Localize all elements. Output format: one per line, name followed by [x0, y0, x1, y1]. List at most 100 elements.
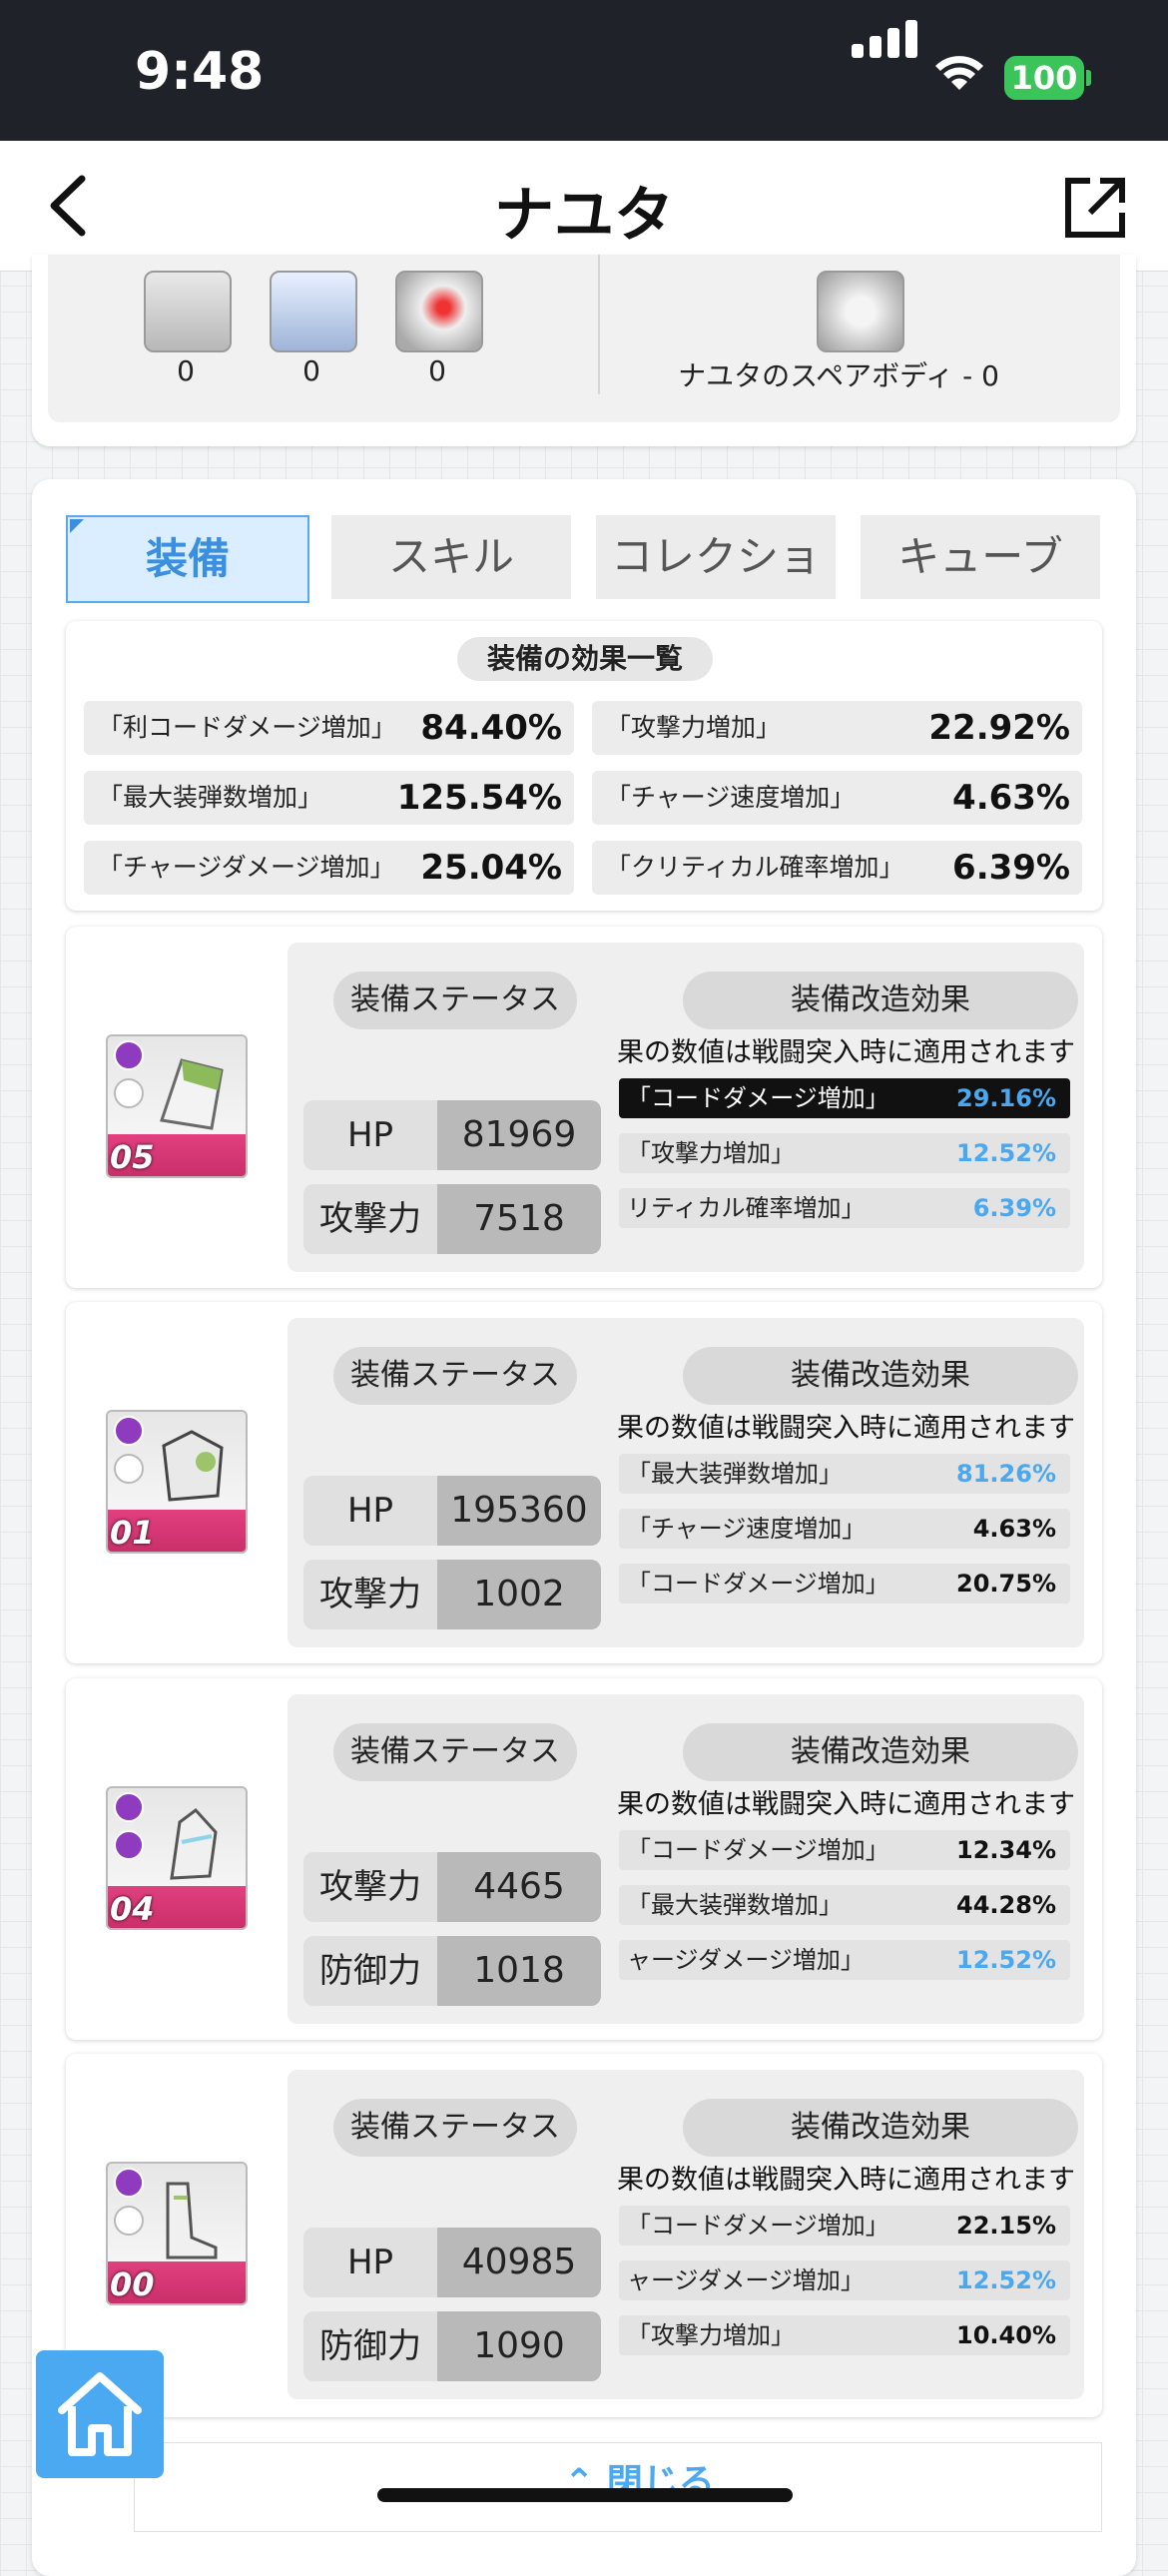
effect-row: 「攻撃力増加」 22.92%: [592, 701, 1082, 755]
mod-label: 「最大装弾数増加」: [627, 1460, 843, 1488]
effect-value: 25.04%: [420, 848, 562, 888]
stat-value: 195360: [437, 1476, 601, 1546]
mod-label: 「攻撃力増加」: [627, 2321, 795, 2349]
mod-row: 「攻撃力増加」 10.40%: [619, 2315, 1070, 2355]
home-indicator: [377, 2488, 793, 2502]
stat-name: HP: [346, 1491, 394, 1531]
tier-badge-icon: [114, 1040, 144, 1070]
stat-row: 攻撃力 1002: [303, 1560, 601, 1629]
materials-card: 0 0 0 ナユタのスペアボディ - 0: [32, 255, 1136, 446]
stat-name: HP: [346, 2243, 394, 2282]
mod-header: 装備改造効果: [683, 971, 1078, 1029]
tab-collection[interactable]: コレクション: [596, 515, 836, 665]
equipment-level: 05: [110, 1138, 155, 1176]
equipment-thumbnail[interactable]: 00: [106, 2162, 248, 2305]
gear-count-2: 0: [302, 354, 320, 387]
mod-value: 6.39%: [972, 1194, 1056, 1222]
tab-skill[interactable]: スキル: [331, 515, 571, 599]
manufacturer-badge-icon: [114, 1830, 144, 1860]
stat-name: 防御力: [319, 1951, 421, 1991]
mod-label: ャージダメージ増加」: [627, 1946, 865, 1974]
mod-value: 12.52%: [956, 1946, 1056, 1974]
mod-value: 29.16%: [956, 1084, 1056, 1112]
mod-label: 「コードダメージ増加」: [627, 1570, 889, 1598]
effect-row: 「チャージ速度増加」 4.63%: [592, 771, 1082, 825]
mod-row: 「コードダメージ増加」 12.34%: [619, 1830, 1070, 1870]
equipment-thumbnail[interactable]: 01: [106, 1410, 248, 1554]
mod-label: 「コードダメージ増加」: [627, 2212, 889, 2240]
equipment-detail: 装備ステータス 装備改造効果 果の数値は戦闘突入時に適用されます HP 4098…: [288, 2070, 1084, 2399]
mod-value: 4.63%: [972, 1515, 1056, 1543]
equipment-level: 00: [110, 2265, 155, 2303]
home-button[interactable]: [36, 2350, 164, 2478]
tab-equipment[interactable]: 装備: [66, 515, 309, 603]
equipment-card[interactable]: 01 装備ステータス 装備改造効果 果の数値は戦闘突入時に適用されます HP 1…: [66, 1302, 1102, 1663]
stat-row: HP 40985: [303, 2228, 601, 2297]
battery-chip-icon: [144, 271, 232, 352]
external-link-icon[interactable]: [1060, 173, 1130, 243]
gloves-icon: [170, 1807, 218, 1880]
equipment-level: 04: [110, 1890, 155, 1928]
equipment-card[interactable]: 04 装備ステータス 装備改造効果 果の数値は戦闘突入時に適用されます 攻撃力 …: [66, 1678, 1102, 2040]
mod-note: 果の数値は戦闘突入時に適用されます: [617, 1413, 1075, 1444]
status-header: 装備ステータス: [333, 1723, 577, 1781]
effect-row: 「チャージダメージ増加」 25.04%: [84, 841, 574, 895]
manufacturer-badge-icon: [114, 2206, 144, 2236]
armor-icon: [162, 1430, 224, 1502]
headgear-icon: [160, 1058, 224, 1130]
mod-row: 「コードダメージ増加」 22.15%: [619, 2206, 1070, 2246]
tier-badge-icon: [114, 1416, 144, 1446]
divider: [598, 255, 600, 394]
stat-name: 防御力: [319, 2326, 421, 2366]
mod-row: ャージダメージ増加」 12.52%: [619, 2260, 1070, 2300]
stat-row: 防御力 1090: [303, 2311, 601, 2381]
stat-row: HP 81969: [303, 1100, 601, 1170]
stat-value: 1090: [437, 2311, 601, 2381]
tab-cube[interactable]: キューブ: [861, 515, 1100, 599]
equipment-detail: 装備ステータス 装備改造効果 果の数値は戦闘突入時に適用されます 攻撃力 446…: [288, 1694, 1084, 2024]
equipment-effects-card: 装備の効果一覧 「利コードダメージ増加」 84.40% 「攻撃力増加」 22.9…: [66, 621, 1102, 911]
mod-row: 「チャージ速度増加」 4.63%: [619, 1509, 1070, 1549]
stat-value: 1002: [437, 1560, 601, 1629]
status-header: 装備ステータス: [333, 971, 577, 1029]
equipment-thumbnail[interactable]: 05: [106, 1034, 248, 1178]
stat-name: 攻撃力: [319, 1867, 421, 1907]
equipment-card[interactable]: 00 装備ステータス 装備改造効果 果の数値は戦闘突入時に適用されます HP 4…: [66, 2054, 1102, 2417]
mod-value: 12.52%: [956, 1139, 1056, 1167]
equipment-detail: 装備ステータス 装備改造効果 果の数値は戦闘突入時に適用されます HP 8196…: [288, 943, 1084, 1272]
manufacturer-badge-icon: [114, 1078, 144, 1108]
wifi-icon: [935, 56, 983, 90]
stat-row: 攻撃力 4465: [303, 1852, 601, 1922]
effect-label: 「チャージ速度増加」: [606, 783, 856, 812]
close-bar[interactable]: ⌃ 閉じる: [134, 2442, 1102, 2532]
usb-module-icon: [270, 271, 357, 352]
mod-label: 「最大装弾数増加」: [627, 1891, 843, 1919]
stat-value: 4465: [437, 1852, 601, 1922]
core-orb-icon: [395, 271, 483, 352]
equipment-thumbnail[interactable]: 04: [106, 1786, 248, 1930]
mod-value: 44.28%: [956, 1891, 1056, 1919]
effects-header: 装備の効果一覧: [457, 637, 713, 681]
status-header: 装備ステータス: [333, 2099, 577, 2157]
effect-value: 4.63%: [952, 778, 1070, 818]
effect-value: 125.54%: [396, 778, 562, 818]
mod-value: 12.34%: [956, 1836, 1056, 1864]
boots-icon: [166, 2182, 218, 2259]
spare-body-icon: [817, 271, 904, 352]
mod-note: 果の数値は戦闘突入時に適用されます: [617, 1037, 1075, 1068]
mod-label: 「攻撃力増加」: [627, 1139, 795, 1167]
mod-row: ャージダメージ増加」 12.52%: [619, 1940, 1070, 1980]
mod-row: リティカル確率増加」 6.39%: [619, 1188, 1070, 1228]
effect-label: 「チャージダメージ増加」: [98, 853, 395, 882]
mod-label: 「コードダメージ増加」: [627, 1084, 889, 1112]
effect-label: 「利コードダメージ増加」: [98, 713, 396, 742]
stat-row: 防御力 1018: [303, 1936, 601, 2006]
stat-name: 攻撃力: [319, 1575, 421, 1614]
mod-row: 「最大装弾数増加」 81.26%: [619, 1454, 1070, 1494]
mod-note: 果の数値は戦闘突入時に適用されます: [617, 2165, 1075, 2196]
stat-row: 攻撃力 7518: [303, 1184, 601, 1254]
gear-count-1: 0: [177, 354, 195, 387]
mod-value: 20.75%: [956, 1570, 1056, 1598]
spare-body-label: ナユタのスペアボディ - 0: [678, 359, 999, 392]
equipment-card[interactable]: 05 装備ステータス 装備改造効果 果の数値は戦闘突入時に適用されます HP 8…: [66, 927, 1102, 1288]
